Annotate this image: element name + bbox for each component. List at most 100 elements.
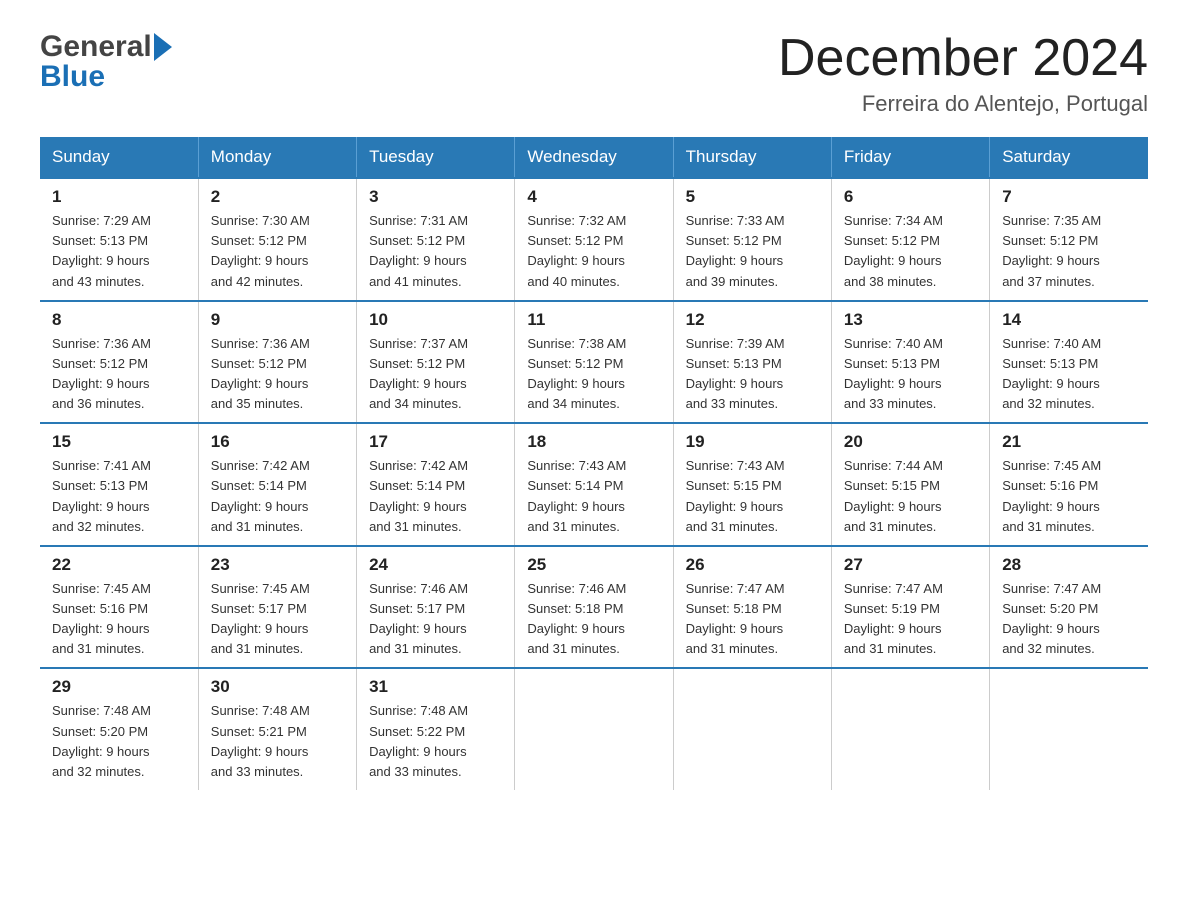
day-info: Sunrise: 7:33 AMSunset: 5:12 PMDaylight:…	[686, 211, 819, 292]
day-number: 24	[369, 555, 502, 575]
day-info: Sunrise: 7:44 AMSunset: 5:15 PMDaylight:…	[844, 456, 977, 537]
day-info: Sunrise: 7:35 AMSunset: 5:12 PMDaylight:…	[1002, 211, 1136, 292]
calendar-cell: 15 Sunrise: 7:41 AMSunset: 5:13 PMDayligh…	[40, 423, 198, 546]
calendar-cell: 10Sunrise: 7:37 AMSunset: 5:12 PMDayligh…	[357, 301, 515, 424]
calendar-cell: 29 Sunrise: 7:48 AMSunset: 5:20 PMDayligh…	[40, 668, 198, 790]
day-number: 11	[527, 310, 660, 330]
day-number: 20	[844, 432, 977, 452]
weekday-header-sunday: Sunday	[40, 137, 198, 178]
day-info: Sunrise: 7:40 AMSunset: 5:13 PMDaylight:…	[1002, 334, 1136, 415]
day-info: Sunrise: 7:30 AMSunset: 5:12 PMDaylight:…	[211, 211, 344, 292]
logo-general-text: General	[40, 30, 152, 64]
day-info: Sunrise: 7:47 AMSunset: 5:20 PMDaylight:…	[1002, 579, 1136, 660]
calendar-cell	[831, 668, 989, 790]
day-number: 12	[686, 310, 819, 330]
day-number: 30	[211, 677, 344, 697]
calendar-cell: 9 Sunrise: 7:36 AMSunset: 5:12 PMDaylight…	[198, 301, 356, 424]
day-info: Sunrise: 7:37 AMSunset: 5:12 PMDaylight:…	[369, 334, 502, 415]
day-number: 8	[52, 310, 186, 330]
day-info: Sunrise: 7:45 AMSunset: 5:16 PMDaylight:…	[52, 579, 186, 660]
day-number: 7	[1002, 187, 1136, 207]
calendar-table: SundayMondayTuesdayWednesdayThursdayFrid…	[40, 137, 1148, 790]
calendar-cell: 25Sunrise: 7:46 AMSunset: 5:18 PMDayligh…	[515, 546, 673, 669]
day-number: 23	[211, 555, 344, 575]
calendar-cell: 26Sunrise: 7:47 AMSunset: 5:18 PMDayligh…	[673, 546, 831, 669]
day-number: 3	[369, 187, 502, 207]
day-info: Sunrise: 7:46 AMSunset: 5:18 PMDaylight:…	[527, 579, 660, 660]
day-number: 9	[211, 310, 344, 330]
calendar-week-4: 22 Sunrise: 7:45 AMSunset: 5:16 PMDayligh…	[40, 546, 1148, 669]
calendar-week-3: 15 Sunrise: 7:41 AMSunset: 5:13 PMDayligh…	[40, 423, 1148, 546]
calendar-title: December 2024	[778, 30, 1148, 87]
day-number: 5	[686, 187, 819, 207]
calendar-cell: 12 Sunrise: 7:39 AMSunset: 5:13 PMDayligh…	[673, 301, 831, 424]
day-info: Sunrise: 7:47 AMSunset: 5:18 PMDaylight:…	[686, 579, 819, 660]
day-number: 6	[844, 187, 977, 207]
calendar-cell: 11 Sunrise: 7:38 AMSunset: 5:12 PMDayligh…	[515, 301, 673, 424]
calendar-cell	[990, 668, 1148, 790]
day-number: 28	[1002, 555, 1136, 575]
calendar-cell: 30 Sunrise: 7:48 AMSunset: 5:21 PMDayligh…	[198, 668, 356, 790]
logo: General Blue	[40, 30, 172, 94]
calendar-cell: 20 Sunrise: 7:44 AMSunset: 5:15 PMDayligh…	[831, 423, 989, 546]
day-number: 27	[844, 555, 977, 575]
weekday-header-monday: Monday	[198, 137, 356, 178]
calendar-cell: 13Sunrise: 7:40 AMSunset: 5:13 PMDayligh…	[831, 301, 989, 424]
weekday-header-friday: Friday	[831, 137, 989, 178]
title-block: December 2024 Ferreira do Alentejo, Port…	[778, 30, 1148, 117]
day-info: Sunrise: 7:34 AMSunset: 5:12 PMDaylight:…	[844, 211, 977, 292]
day-info: Sunrise: 7:48 AMSunset: 5:20 PMDaylight:…	[52, 701, 186, 782]
day-number: 22	[52, 555, 186, 575]
day-number: 29	[52, 677, 186, 697]
weekday-header-saturday: Saturday	[990, 137, 1148, 178]
day-info: Sunrise: 7:48 AMSunset: 5:21 PMDaylight:…	[211, 701, 344, 782]
day-info: Sunrise: 7:45 AMSunset: 5:17 PMDaylight:…	[211, 579, 344, 660]
day-info: Sunrise: 7:39 AMSunset: 5:13 PMDaylight:…	[686, 334, 819, 415]
day-info: Sunrise: 7:48 AMSunset: 5:22 PMDaylight:…	[369, 701, 502, 782]
calendar-cell: 31Sunrise: 7:48 AMSunset: 5:22 PMDayligh…	[357, 668, 515, 790]
day-info: Sunrise: 7:32 AMSunset: 5:12 PMDaylight:…	[527, 211, 660, 292]
day-info: Sunrise: 7:38 AMSunset: 5:12 PMDaylight:…	[527, 334, 660, 415]
calendar-cell: 23 Sunrise: 7:45 AMSunset: 5:17 PMDayligh…	[198, 546, 356, 669]
logo-blue-text: Blue	[40, 60, 105, 94]
weekday-header-row: SundayMondayTuesdayWednesdayThursdayFrid…	[40, 137, 1148, 178]
day-info: Sunrise: 7:42 AMSunset: 5:14 PMDaylight:…	[211, 456, 344, 537]
day-info: Sunrise: 7:36 AMSunset: 5:12 PMDaylight:…	[211, 334, 344, 415]
location-subtitle: Ferreira do Alentejo, Portugal	[778, 91, 1148, 117]
calendar-week-5: 29 Sunrise: 7:48 AMSunset: 5:20 PMDayligh…	[40, 668, 1148, 790]
calendar-cell: 22 Sunrise: 7:45 AMSunset: 5:16 PMDayligh…	[40, 546, 198, 669]
day-info: Sunrise: 7:47 AMSunset: 5:19 PMDaylight:…	[844, 579, 977, 660]
day-number: 4	[527, 187, 660, 207]
day-number: 18	[527, 432, 660, 452]
calendar-cell: 28 Sunrise: 7:47 AMSunset: 5:20 PMDayligh…	[990, 546, 1148, 669]
calendar-cell	[515, 668, 673, 790]
day-info: Sunrise: 7:40 AMSunset: 5:13 PMDaylight:…	[844, 334, 977, 415]
calendar-cell: 17 Sunrise: 7:42 AMSunset: 5:14 PMDayligh…	[357, 423, 515, 546]
day-info: Sunrise: 7:43 AMSunset: 5:15 PMDaylight:…	[686, 456, 819, 537]
calendar-cell: 6 Sunrise: 7:34 AMSunset: 5:12 PMDaylight…	[831, 178, 989, 301]
calendar-cell: 14 Sunrise: 7:40 AMSunset: 5:13 PMDayligh…	[990, 301, 1148, 424]
day-number: 16	[211, 432, 344, 452]
calendar-cell: 27 Sunrise: 7:47 AMSunset: 5:19 PMDayligh…	[831, 546, 989, 669]
calendar-week-2: 8 Sunrise: 7:36 AMSunset: 5:12 PMDaylight…	[40, 301, 1148, 424]
calendar-cell: 1Sunrise: 7:29 AMSunset: 5:13 PMDaylight…	[40, 178, 198, 301]
day-number: 14	[1002, 310, 1136, 330]
calendar-cell: 8 Sunrise: 7:36 AMSunset: 5:12 PMDaylight…	[40, 301, 198, 424]
day-number: 15	[52, 432, 186, 452]
calendar-cell: 5 Sunrise: 7:33 AMSunset: 5:12 PMDaylight…	[673, 178, 831, 301]
day-info: Sunrise: 7:36 AMSunset: 5:12 PMDaylight:…	[52, 334, 186, 415]
day-number: 17	[369, 432, 502, 452]
calendar-cell: 16 Sunrise: 7:42 AMSunset: 5:14 PMDayligh…	[198, 423, 356, 546]
calendar-cell	[673, 668, 831, 790]
calendar-cell: 21Sunrise: 7:45 AMSunset: 5:16 PMDayligh…	[990, 423, 1148, 546]
logo-triangle-icon	[154, 33, 172, 61]
day-info: Sunrise: 7:31 AMSunset: 5:12 PMDaylight:…	[369, 211, 502, 292]
day-info: Sunrise: 7:42 AMSunset: 5:14 PMDaylight:…	[369, 456, 502, 537]
day-info: Sunrise: 7:29 AMSunset: 5:13 PMDaylight:…	[52, 211, 186, 292]
day-info: Sunrise: 7:41 AMSunset: 5:13 PMDaylight:…	[52, 456, 186, 537]
calendar-cell: 3 Sunrise: 7:31 AMSunset: 5:12 PMDaylight…	[357, 178, 515, 301]
day-number: 21	[1002, 432, 1136, 452]
calendar-cell: 2Sunrise: 7:30 AMSunset: 5:12 PMDaylight…	[198, 178, 356, 301]
calendar-cell: 4 Sunrise: 7:32 AMSunset: 5:12 PMDaylight…	[515, 178, 673, 301]
calendar-cell: 24Sunrise: 7:46 AMSunset: 5:17 PMDayligh…	[357, 546, 515, 669]
